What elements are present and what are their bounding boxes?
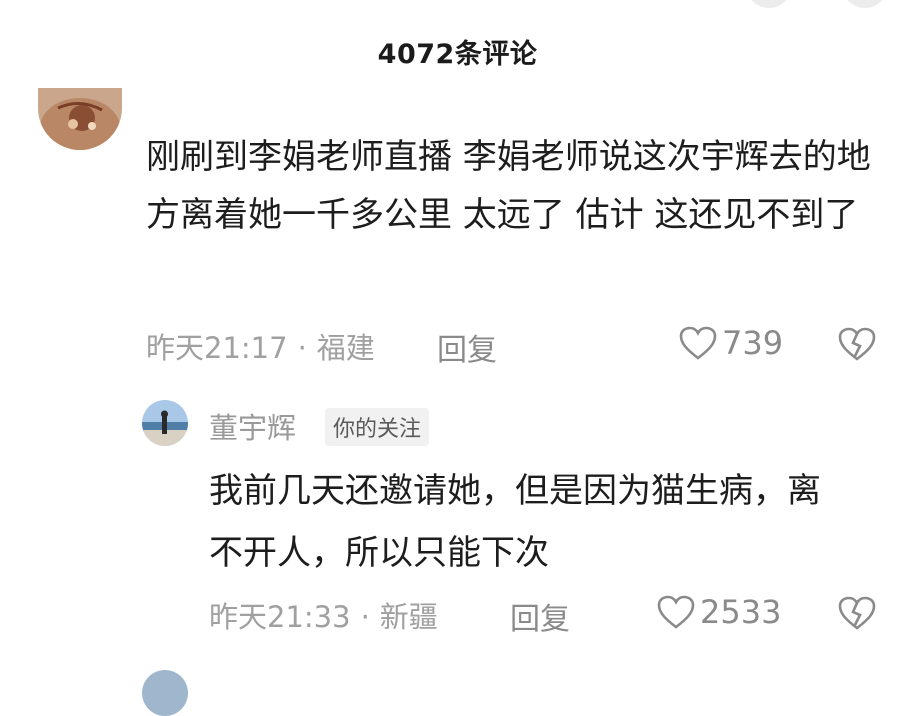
reply-like-button[interactable]: 2533: [656, 593, 781, 631]
heart-icon: [679, 326, 717, 360]
broken-heart-icon: [838, 596, 876, 630]
replier-avatar[interactable]: [142, 400, 188, 446]
reply-dislike-button[interactable]: [837, 595, 877, 635]
reply-location: 新疆: [379, 600, 438, 634]
comment-meta: 昨天21:17 · 福建: [146, 331, 375, 365]
user-avatar-icon: [142, 400, 188, 446]
dislike-button[interactable]: [837, 326, 877, 366]
like-button[interactable]: 739: [678, 324, 783, 362]
broken-heart-icon: [838, 327, 876, 361]
following-tag: 你的关注: [325, 408, 430, 446]
reply-like-count: 2533: [700, 593, 782, 631]
reply-time: 昨天21:33: [209, 600, 351, 634]
reply-button[interactable]: 回复: [437, 325, 497, 369]
reply-to-reply-button[interactable]: 回复: [510, 594, 570, 638]
commenter-avatar[interactable]: [38, 88, 122, 150]
user-avatar-icon: [38, 88, 122, 150]
top-bar-remnant: [0, 0, 915, 10]
comment-count-title: 4072条评论: [377, 39, 538, 70]
like-count: 739: [722, 324, 784, 362]
top-button-left[interactable]: [746, 0, 792, 8]
top-button-right[interactable]: [842, 0, 888, 8]
comment-text: 刚刷到李娟老师直播 李娟老师说这次宇辉去的地方离着她一千多公里 太远了 估计 这…: [146, 137, 871, 235]
next-replier-avatar[interactable]: [142, 670, 188, 716]
heart-icon: [657, 595, 695, 629]
comment-time: 昨天21:17: [146, 331, 288, 365]
reply-meta: 昨天21:33 · 新疆: [209, 600, 438, 634]
reply-text: 我前几天还邀请她，但是因为猫生病，离不开人，所以只能下次: [209, 471, 821, 573]
reply-username[interactable]: 董宇辉: [209, 405, 296, 447]
comment-location: 福建: [316, 331, 375, 365]
